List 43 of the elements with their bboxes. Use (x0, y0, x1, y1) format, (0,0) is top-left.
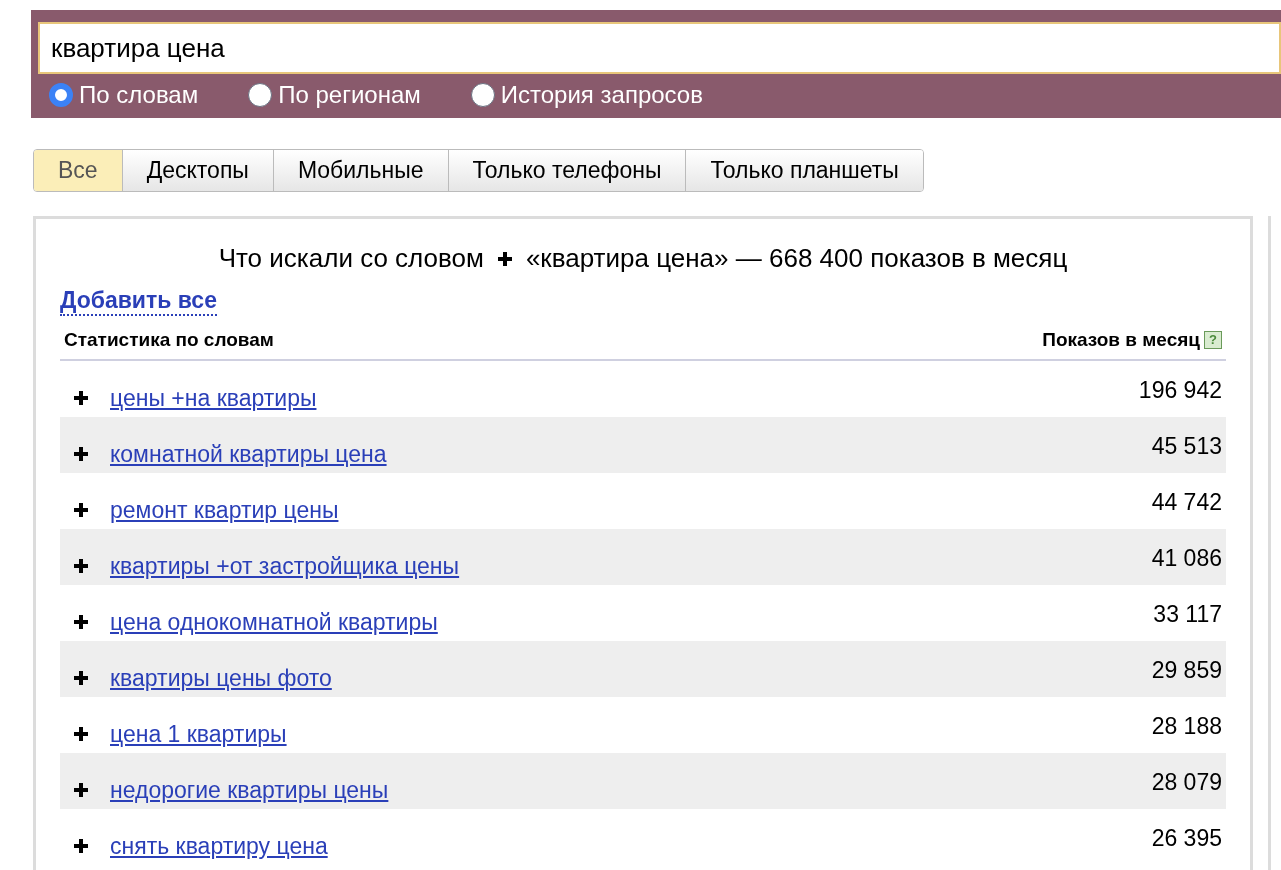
device-tab[interactable]: Все (34, 150, 123, 191)
impressions-count: 45 513 (1151, 431, 1222, 461)
plus-icon[interactable] (74, 558, 88, 573)
plus-icon[interactable] (497, 251, 512, 266)
panel-title-query: «квартира цена» — 668 400 показов в месяц (525, 242, 1068, 275)
plus-icon[interactable] (74, 390, 88, 405)
plus-icon[interactable] (74, 614, 88, 629)
impressions-count: 196 942 (1138, 375, 1222, 405)
plus-icon[interactable] (74, 446, 88, 461)
keyword-link[interactable]: снять квартиру цена (110, 828, 328, 863)
plus-icon[interactable] (74, 782, 88, 797)
search-field[interactable]: квартира цена (38, 22, 1281, 74)
mode-radio[interactable]: По словам (49, 77, 199, 113)
column-header: Показов в месяц (1042, 328, 1200, 352)
help-icon[interactable]: ? (1204, 331, 1222, 350)
column-header: Статистика по словам (64, 328, 274, 352)
panel-title: Что искали со словом (218, 242, 484, 275)
impressions-count: 29 859 (1151, 655, 1222, 685)
device-tab[interactable]: Мобильные (273, 150, 449, 191)
add-all-link[interactable]: Добавить все (60, 286, 217, 316)
keyword-link[interactable]: ремонт квартир цены (110, 492, 339, 527)
impressions-count: 44 742 (1151, 487, 1222, 517)
keyword-link[interactable]: недорогие квартиры цены (110, 772, 389, 807)
plus-icon[interactable] (74, 670, 88, 685)
keyword-link[interactable]: цены +на квартиры (110, 380, 317, 415)
keyword-link[interactable]: комнатной квартиры цена (110, 436, 387, 471)
mode-radio[interactable]: По регионам (248, 77, 421, 113)
plus-icon[interactable] (74, 838, 88, 853)
device-tab[interactable]: Десктопы (122, 150, 274, 191)
keyword-link[interactable]: цена 1 квартиры (110, 716, 287, 751)
plus-icon[interactable] (74, 502, 88, 517)
keyword-link[interactable]: квартиры цены фото (110, 660, 332, 695)
impressions-count: 28 079 (1151, 767, 1222, 797)
plus-icon[interactable] (74, 726, 88, 741)
device-tab[interactable]: Только планшеты (686, 150, 923, 191)
impressions-count: 33 117 (1153, 599, 1222, 629)
mode-radio[interactable]: История запросов (470, 77, 703, 113)
device-tab[interactable]: Только телефоны (448, 150, 687, 191)
keyword-link[interactable]: цена однокомнатной квартиры (110, 604, 438, 639)
impressions-count: 26 395 (1151, 823, 1222, 853)
impressions-count: 28 188 (1151, 711, 1222, 741)
impressions-count: 41 086 (1151, 543, 1222, 573)
keyword-link[interactable]: квартиры +от застройщика цены (110, 548, 460, 583)
